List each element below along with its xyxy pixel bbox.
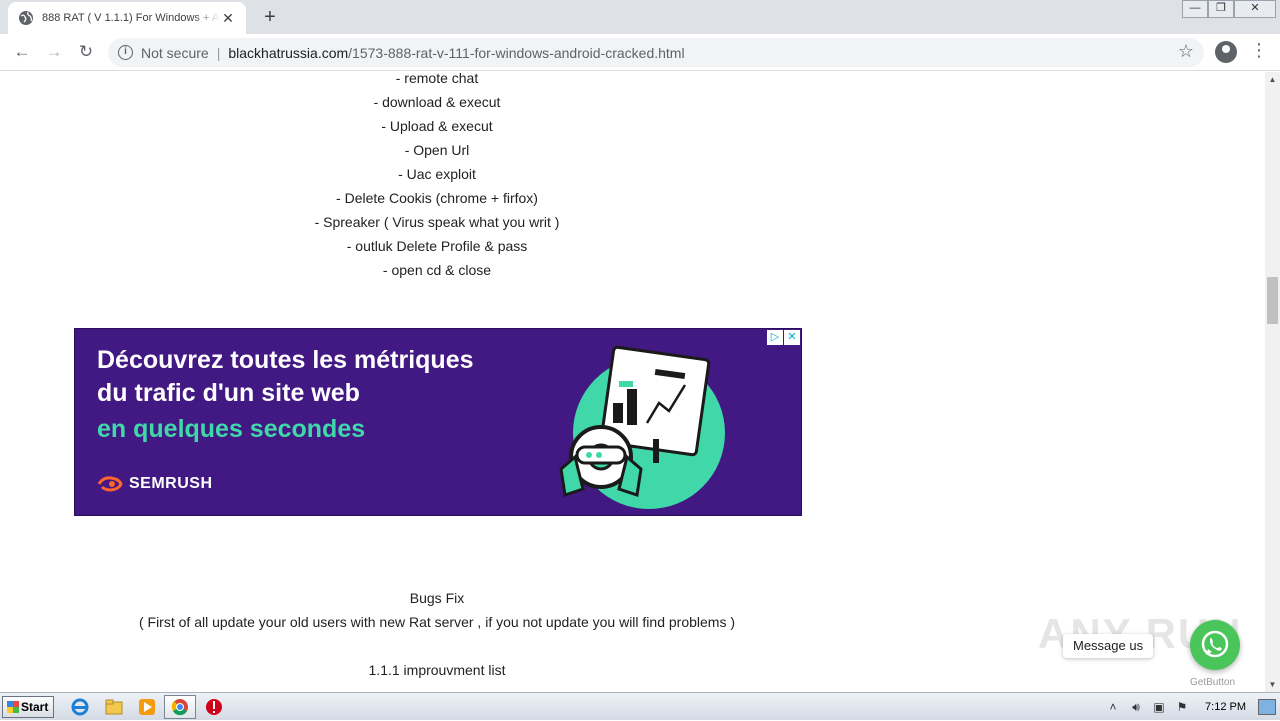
media-player-icon[interactable] (137, 697, 157, 717)
system-tray: ˄ 🔊︎ ▣ ⚑ 7:12 PM (1105, 693, 1280, 721)
list-item: - Upload & execut (381, 118, 493, 134)
info-icon[interactable]: i (118, 45, 133, 60)
scroll-thumb[interactable] (1267, 277, 1278, 324)
back-button[interactable]: ← (10, 40, 34, 64)
browser-tab[interactable]: 888 RAT ( V 1.1.1) For Windows + Android… (8, 2, 246, 34)
reload-button[interactable]: ↻ (74, 40, 98, 64)
scroll-up-arrow-icon[interactable]: ▲ (1265, 72, 1280, 87)
show-desktop-icon[interactable] (1258, 699, 1276, 715)
list-item: - remote chat (395, 72, 479, 86)
menu-kebab-icon[interactable]: ⋮ (1250, 40, 1268, 61)
restore-button[interactable]: ❐ (1208, 0, 1234, 18)
start-button[interactable]: Start (2, 696, 54, 718)
chrome-icon (171, 699, 188, 716)
volume-icon[interactable]: 🔊︎ (1128, 699, 1144, 715)
clock[interactable]: 7:12 PM (1205, 701, 1246, 713)
file-explorer-icon[interactable] (104, 697, 124, 717)
list-item: - Open Url (404, 142, 470, 158)
scroll-down-arrow-icon[interactable]: ▼ (1265, 677, 1280, 692)
url-host: blackhatrussia.com (228, 44, 349, 61)
network-icon[interactable]: ▣ (1151, 699, 1167, 715)
list-item: - Uac exploit (398, 166, 476, 182)
ad-banner[interactable]: Découvrez toutes les métriques du trafic… (74, 328, 802, 516)
windows-flag-icon (7, 701, 19, 713)
globe-icon (19, 11, 33, 25)
new-tab-button[interactable]: + (258, 5, 282, 29)
alert-app-icon[interactable] (204, 697, 224, 717)
list-item: - download & execut (373, 94, 501, 110)
tab-title: 888 RAT ( V 1.1.1) For Windows + Android (42, 12, 220, 24)
vertical-scrollbar[interactable]: ▲ ▼ (1265, 72, 1280, 692)
improvement-list-heading: 1.1.1 improuvment list (368, 662, 506, 678)
start-label: Start (21, 700, 49, 714)
tab-close-icon[interactable]: ✕ (220, 10, 236, 26)
profile-avatar-icon[interactable] (1215, 41, 1237, 63)
security-label: Not secure (141, 44, 209, 61)
window-close-button[interactable]: ✕ (1234, 0, 1276, 18)
list-item: - Delete Cookis (chrome + firfox) (336, 190, 538, 206)
bookmark-star-icon[interactable]: ☆ (1178, 41, 1194, 62)
ad-brand-label: SEMRUSH (129, 475, 213, 492)
dashboard-illustration (559, 345, 725, 509)
internet-explorer-icon[interactable] (70, 697, 90, 717)
ad-brand: SEMRUSH (97, 475, 213, 493)
url-path: /1573-888-rat-v-111-for-windows-android-… (348, 44, 685, 61)
separator: | (216, 44, 221, 61)
taskbar-chrome-active[interactable] (164, 695, 196, 719)
window-controls: — ❐ ✕ (1182, 0, 1276, 18)
list-item: - open cd & close (382, 262, 492, 278)
forward-button[interactable]: → (42, 40, 66, 64)
browser-toolbar: ← → ↻ i Not secure | blackhatrussia.com /… (0, 34, 1280, 71)
bugs-fix-heading: Bugs Fix (409, 590, 465, 606)
bugs-fix-note: ( First of all update your old users wit… (138, 614, 736, 630)
ad-headline-line3: en quelques secondes (97, 415, 366, 443)
ad-close-icon[interactable]: ✕ (784, 330, 800, 345)
feature-list: - remote chat - download & execut - Uplo… (0, 72, 874, 282)
getbutton-credit[interactable]: GetButton (1190, 677, 1235, 688)
message-us-label[interactable]: Message us (1063, 634, 1154, 658)
action-center-flag-icon[interactable]: ⚑ (1174, 699, 1190, 715)
adchoices-icon[interactable]: ▷ (767, 330, 783, 345)
ad-choices[interactable]: ▷ ✕ (766, 330, 800, 345)
whatsapp-button[interactable] (1190, 620, 1240, 670)
address-bar[interactable]: i Not secure | blackhatrussia.com/1573-8… (108, 38, 1204, 67)
show-hidden-icons-icon[interactable]: ˄ (1105, 699, 1121, 715)
list-item: - Spreaker ( Virus speak what you writ ) (314, 214, 560, 230)
minimize-button[interactable]: — (1182, 0, 1208, 18)
tab-strip: 888 RAT ( V 1.1.1) For Windows + Android… (0, 0, 1280, 34)
semrush-logo-icon (97, 476, 123, 492)
ad-headline-line1: Découvrez toutes les métriques (97, 346, 474, 374)
list-item: - outluk Delete Profile & pass (346, 238, 528, 254)
ad-headline-line2: du trafic d'un site web (97, 379, 360, 407)
taskbar: Start ˄ 🔊︎ ▣ ⚑ 7:12 PM (0, 692, 1280, 720)
whatsapp-icon (1201, 630, 1229, 658)
page-viewport: - remote chat - download & execut - Uplo… (0, 72, 1265, 692)
